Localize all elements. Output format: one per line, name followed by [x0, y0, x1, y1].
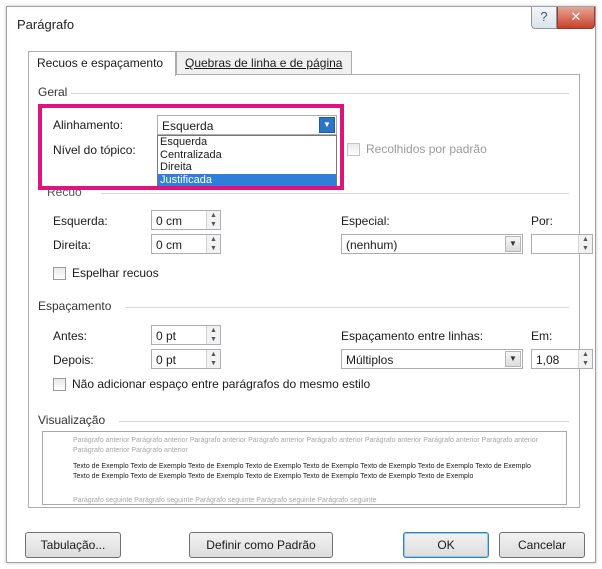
em-value: 1,08	[536, 353, 560, 367]
tab-panel: Geral Alinhamento: Esquerda ▼ Nível do t…	[28, 74, 593, 508]
esquerda-spinner[interactable]: 0 cm ▲ ▼	[151, 210, 221, 230]
entre-linhas-value: Múltiplos	[346, 353, 394, 367]
spin-down-icon[interactable]: ▼	[207, 359, 220, 368]
dropdown-option-justificada[interactable]: Justificada	[158, 173, 336, 186]
entre-linhas-select[interactable]: Múltiplos ▼	[341, 349, 523, 369]
antes-label: Antes:	[53, 329, 88, 343]
spin-up-icon[interactable]: ▲	[207, 326, 220, 335]
alinhamento-value: Esquerda	[162, 119, 214, 133]
tabulacao-button[interactable]: Tabulação...	[25, 532, 121, 558]
help-icon: ?	[540, 9, 548, 24]
depois-spinner[interactable]: 0 pt ▲ ▼	[151, 349, 221, 369]
button-label: Tabulação...	[40, 538, 106, 552]
dropdown-option-esquerda[interactable]: Esquerda	[158, 136, 336, 149]
espelhar-recuos-checkbox[interactable]	[53, 267, 66, 280]
dropdown-option-centralizada[interactable]: Centralizada	[158, 149, 336, 162]
preview-box: Parágrafo anterior Parágrafo anterior Pa…	[42, 431, 567, 505]
spinner-arrows[interactable]: ▲ ▼	[206, 326, 220, 344]
antes-spinner[interactable]: 0 pt ▲ ▼	[151, 325, 221, 345]
spin-down-icon[interactable]: ▼	[207, 244, 220, 253]
ok-button[interactable]: OK	[403, 532, 489, 558]
tab-quebras-linha-pagina[interactable]: Quebras de linha e de página	[176, 51, 352, 75]
em-label: Em:	[531, 329, 553, 343]
spinner-arrows[interactable]: ▲ ▼	[206, 211, 220, 229]
spin-up-icon[interactable]: ▲	[207, 211, 220, 220]
em-spinner[interactable]: 1,08 ▲ ▼	[531, 349, 593, 369]
spin-down-icon[interactable]: ▼	[579, 244, 592, 253]
depois-label: Depois:	[53, 353, 94, 367]
esquerda-value: 0 cm	[156, 214, 183, 228]
por-label: Por:	[531, 214, 554, 228]
entre-linhas-label: Espaçamento entre linhas:	[341, 329, 484, 343]
chevron-down-icon[interactable]: ▼	[505, 351, 521, 367]
divider	[101, 193, 569, 194]
button-label: OK	[437, 538, 455, 552]
spinner-arrows[interactable]: ▲ ▼	[206, 350, 220, 368]
spinner-arrows[interactable]: ▲ ▼	[578, 235, 592, 253]
alinhamento-label: Alinhamento:	[53, 118, 124, 132]
spinner-arrows[interactable]: ▲ ▼	[578, 350, 592, 368]
spin-up-icon[interactable]: ▲	[579, 350, 592, 359]
preview-previous-paragraph: Parágrafo anterior Parágrafo anterior Pa…	[73, 437, 538, 454]
alinhamento-select[interactable]: Esquerda ▼	[157, 115, 337, 135]
section-geral: Geral	[38, 85, 72, 99]
spin-down-icon[interactable]: ▼	[207, 220, 220, 229]
spin-down-icon[interactable]: ▼	[207, 335, 220, 344]
especial-value: (nenhum)	[346, 238, 398, 252]
antes-value: 0 pt	[156, 329, 177, 343]
especial-label: Especial:	[341, 214, 390, 228]
spin-down-icon[interactable]: ▼	[579, 359, 592, 368]
section-espacamento: Espaçamento	[38, 299, 116, 313]
dropdown-option-direita[interactable]: Direita	[158, 161, 336, 174]
preview-next-paragraph: Parágrafo seguinte Parágrafo seguinte Pa…	[73, 497, 377, 504]
tab-recuos-espacamento[interactable]: Recuos e espaçamento	[28, 51, 176, 76]
spinner-arrows[interactable]: ▲ ▼	[206, 235, 220, 253]
direita-spinner[interactable]: 0 cm ▲ ▼	[151, 234, 221, 254]
divider	[69, 93, 569, 94]
cancelar-button[interactable]: Cancelar	[499, 532, 585, 558]
dialog-title: Parágrafo	[17, 17, 75, 32]
esquerda-label: Esquerda:	[53, 214, 108, 228]
definir-padrao-button[interactable]: Definir como Padrão	[189, 532, 333, 558]
title-bar: Parágrafo ? ✕	[7, 7, 595, 41]
preview-sample-text: Texto de Exemplo Texto de Exemplo Texto …	[73, 463, 531, 480]
divider	[125, 307, 569, 308]
tab-label: Quebras de linha e de página	[185, 56, 343, 70]
button-label: Cancelar	[517, 538, 567, 552]
nivel-topico-label: Nível do tópico:	[53, 143, 136, 157]
nao-adicionar-espaco-label: Não adicionar espaço entre parágrafos do…	[72, 377, 371, 391]
especial-select[interactable]: (nenhum) ▼	[341, 234, 523, 254]
divider	[119, 421, 569, 422]
spin-up-icon[interactable]: ▲	[207, 350, 220, 359]
section-visualizacao: Visualização	[38, 413, 110, 427]
help-button[interactable]: ?	[531, 7, 557, 29]
close-icon: ✕	[570, 9, 582, 24]
chevron-down-icon[interactable]: ▼	[505, 236, 521, 252]
direita-value: 0 cm	[156, 238, 183, 252]
chevron-down-icon[interactable]: ▼	[319, 117, 335, 133]
tab-label: Recuos e espaçamento	[37, 56, 164, 70]
button-label: Definir como Padrão	[206, 538, 316, 552]
depois-value: 0 pt	[156, 353, 177, 367]
close-button[interactable]: ✕	[557, 7, 595, 29]
spin-up-icon[interactable]: ▲	[579, 235, 592, 244]
alinhamento-dropdown-list: Esquerda Centralizada Direita Justificad…	[157, 135, 337, 187]
espelhar-recuos-label: Espelhar recuos	[72, 266, 159, 280]
nao-adicionar-espaco-checkbox[interactable]	[53, 378, 66, 391]
section-recuo: Recuo	[47, 185, 86, 199]
por-spinner[interactable]: ▲ ▼	[531, 234, 593, 254]
paragraph-dialog: Parágrafo ? ✕ Recuos e espaçamento Quebr…	[6, 6, 596, 563]
recolhidos-label: Recolhidos por padrão	[366, 142, 487, 156]
direita-label: Direita:	[53, 238, 92, 252]
spin-up-icon[interactable]: ▲	[207, 235, 220, 244]
recolhidos-checkbox[interactable]	[347, 143, 360, 156]
